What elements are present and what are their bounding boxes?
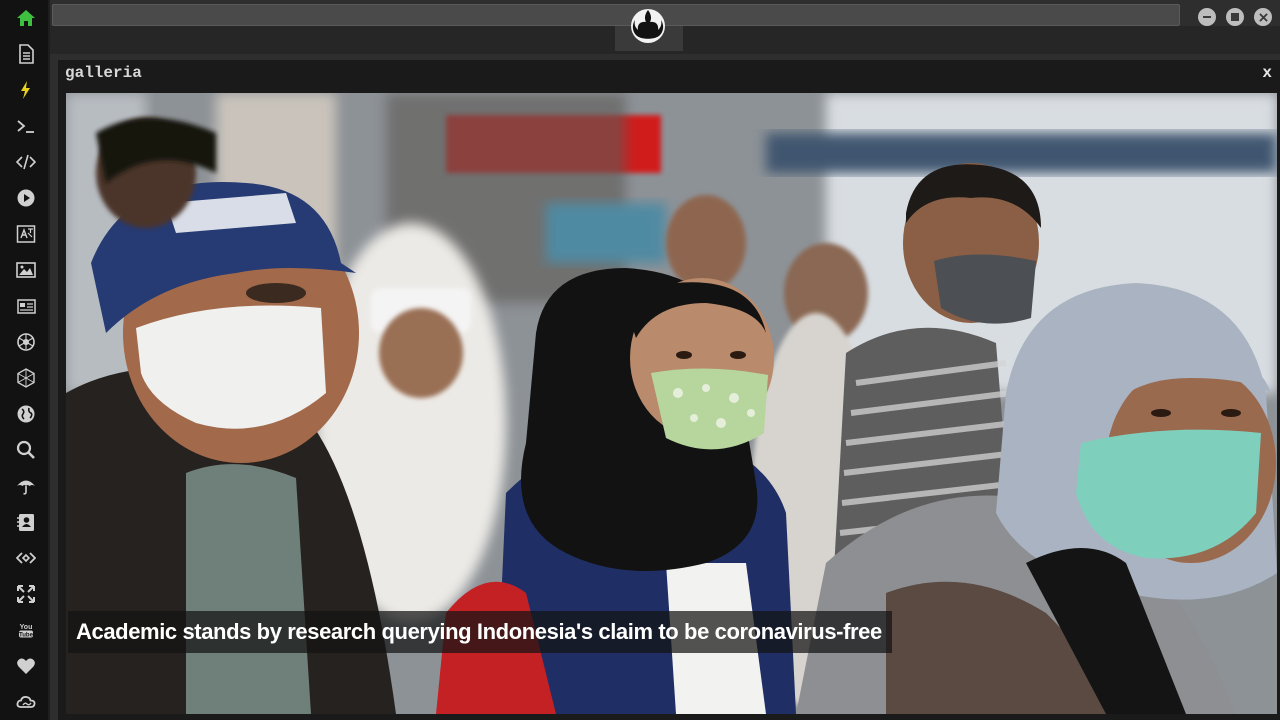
translate-icon[interactable]	[13, 221, 39, 247]
close-app-button[interactable]	[1254, 8, 1272, 26]
rebel-alliance-logo-icon[interactable]	[628, 4, 668, 44]
contact-card-icon[interactable]	[13, 509, 39, 535]
window-close-button[interactable]: x	[1262, 64, 1272, 82]
expand-icon[interactable]	[13, 581, 39, 607]
terminal-icon[interactable]	[13, 113, 39, 139]
code-icon[interactable]	[13, 149, 39, 175]
play-icon[interactable]	[13, 185, 39, 211]
svg-text:You: You	[20, 624, 33, 631]
youtube-icon[interactable]: You Tube	[13, 617, 39, 643]
hexagon-icon[interactable]	[13, 365, 39, 391]
minimize-button[interactable]	[1198, 8, 1216, 26]
photo-caption: Academic stands by research querying Ind…	[68, 611, 892, 653]
globe-icon[interactable]	[13, 401, 39, 427]
window-title: galleria	[65, 64, 142, 82]
maximize-button[interactable]	[1226, 8, 1244, 26]
newspaper-icon[interactable]	[13, 293, 39, 319]
link-icon[interactable]	[13, 545, 39, 571]
image-icon[interactable]	[13, 257, 39, 283]
dock-divider	[48, 0, 50, 720]
app-dock: You Tube	[0, 0, 50, 720]
galactic-icon[interactable]	[13, 329, 39, 355]
cloud-icon[interactable]	[13, 689, 39, 715]
svg-text:Tube: Tube	[19, 632, 34, 638]
home-icon[interactable]	[13, 5, 39, 31]
document-icon[interactable]	[13, 41, 39, 67]
top-address-bar[interactable]	[52, 4, 1180, 26]
search-icon[interactable]	[13, 437, 39, 463]
heart-icon[interactable]	[13, 653, 39, 679]
lightning-icon[interactable]	[13, 77, 39, 103]
umbrella-icon[interactable]	[13, 473, 39, 499]
